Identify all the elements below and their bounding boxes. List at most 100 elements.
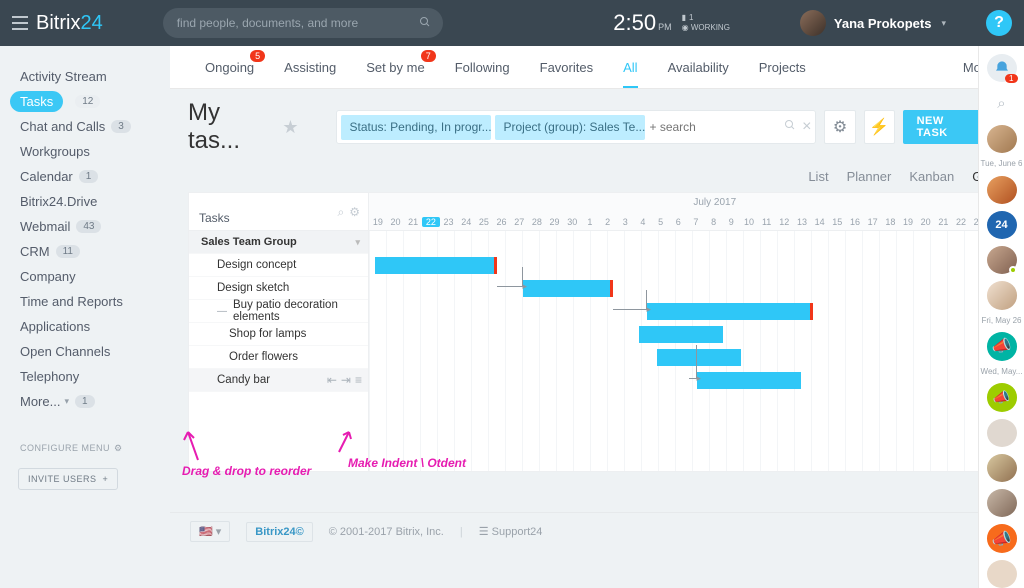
support-link[interactable]: ☰ Support24	[479, 525, 543, 538]
gantt-bar[interactable]	[657, 349, 741, 366]
contact-avatar[interactable]	[987, 281, 1017, 309]
gantt-bar[interactable]	[523, 280, 613, 297]
sidebar-item[interactable]: Open Channels	[20, 339, 170, 364]
settings-button[interactable]: ⚙	[824, 110, 855, 144]
collapse-icon[interactable]: —	[217, 306, 227, 317]
sidebar-item[interactable]: Calendar1	[20, 164, 170, 189]
gear-icon: ⚙	[833, 117, 847, 137]
language-selector[interactable]: 🇺🇸 ▾	[190, 521, 230, 542]
gantt-row[interactable]: Design concept	[189, 254, 368, 277]
rail-date: Tue, June 6	[981, 160, 1023, 169]
filter-search-input[interactable]	[649, 120, 784, 134]
right-rail: 1 ⌕ Tue, June 6 24 Fri, May 26 📣 Wed, Ma…	[978, 46, 1024, 588]
hamburger-icon[interactable]	[12, 16, 28, 30]
outdent-icon[interactable]: ⇥	[341, 373, 351, 387]
gantt-bar[interactable]	[375, 257, 497, 274]
working-status[interactable]: ▮1 ◉ WORKING	[682, 13, 730, 34]
sidebar-item[interactable]: Bitrix24.Drive	[20, 189, 170, 214]
megaphone-icon[interactable]: 📣	[987, 524, 1017, 552]
configure-menu[interactable]: CONFIGURE MENU⚙	[20, 443, 123, 454]
close-icon[interactable]: ×	[802, 118, 811, 136]
search-icon[interactable]	[784, 118, 796, 136]
copyright: © 2001-2017 Bitrix, Inc.	[329, 526, 444, 538]
tab[interactable]: Ongoing5	[190, 46, 269, 88]
tab[interactable]: Favorites	[525, 46, 608, 88]
gear-icon[interactable]: ⚙	[349, 205, 360, 220]
tab[interactable]: Projects	[744, 46, 821, 88]
bitrix24-icon[interactable]: 24	[987, 211, 1017, 239]
view-option[interactable]: Planner	[847, 169, 892, 184]
sidebar-item[interactable]: Webmail43	[20, 214, 170, 239]
notifications-icon[interactable]: 1	[987, 54, 1017, 82]
tab[interactable]: All	[608, 46, 652, 88]
annotation-drag: Drag & drop to reorder	[182, 464, 311, 478]
badge: 7	[421, 50, 436, 62]
rail-date: Wed, May...	[981, 368, 1023, 377]
indent-icon[interactable]: ⇤	[327, 373, 337, 387]
toolbar: My tas... ★ Status: Pending, In progr...…	[170, 89, 1024, 165]
user-menu[interactable]: Yana Prokopets ▾	[800, 10, 946, 36]
sidebar-item[interactable]: CRM11	[20, 239, 170, 264]
view-option[interactable]: Kanban	[909, 169, 954, 184]
favorite-star-icon[interactable]: ★	[282, 117, 298, 138]
contact-avatar[interactable]	[987, 454, 1017, 482]
contact-avatar[interactable]	[987, 246, 1017, 274]
annotation-arrow	[335, 428, 359, 458]
tab[interactable]: Assisting	[269, 46, 351, 88]
contact-avatar[interactable]	[987, 489, 1017, 517]
search-placeholder: find people, documents, and more	[177, 16, 358, 30]
sidebar-item[interactable]: Tasks12	[20, 89, 170, 114]
view-option[interactable]: List	[808, 169, 828, 184]
gantt-row[interactable]: —Buy patio decoration elements	[189, 300, 368, 323]
sidebar-item[interactable]: More...▾1	[20, 389, 170, 414]
badge: 12	[75, 95, 100, 108]
contact-avatar[interactable]	[987, 560, 1017, 588]
gantt-timeline[interactable]	[369, 231, 1005, 471]
filter-chip-status[interactable]: Status: Pending, In progr...×	[341, 115, 491, 140]
automation-button[interactable]: ⚡	[864, 110, 895, 144]
sidebar: Activity StreamTasks12Chat and Calls3Wor…	[0, 46, 170, 550]
tab[interactable]: Availability	[653, 46, 744, 88]
gantt-bar[interactable]	[647, 303, 813, 320]
filter-bar[interactable]: Status: Pending, In progr...× Project (g…	[336, 110, 816, 144]
invite-users-button[interactable]: INVITE USERS +	[18, 468, 118, 490]
bitrix-link[interactable]: Bitrix24©	[246, 522, 312, 542]
megaphone-icon[interactable]: 📣	[987, 383, 1017, 411]
gear-icon: ⚙	[114, 443, 123, 453]
search-icon[interactable]	[419, 16, 431, 31]
sidebar-item[interactable]: Chat and Calls3	[20, 114, 170, 139]
gantt-row[interactable]: Design sketch	[189, 277, 368, 300]
contact-avatar[interactable]	[987, 176, 1017, 204]
tab[interactable]: Set by me7	[351, 46, 440, 88]
sidebar-item[interactable]: Applications	[20, 314, 170, 339]
help-button[interactable]: ?	[986, 10, 1012, 36]
sidebar-item[interactable]: Company	[20, 264, 170, 289]
logo[interactable]: Bitrix24	[36, 12, 103, 35]
gantt-tasks-header: Tasks ⌕ ⚙	[189, 193, 369, 230]
tab[interactable]: Following	[440, 46, 525, 88]
megaphone-icon[interactable]: 📣	[987, 332, 1017, 360]
gantt-row[interactable]: Sales Team Group▾	[189, 231, 368, 254]
gantt-bar[interactable]	[697, 372, 801, 389]
gantt-row[interactable]: Order flowers	[189, 346, 368, 369]
contact-avatar[interactable]	[987, 125, 1017, 153]
gantt-bar[interactable]	[639, 326, 723, 343]
search-icon[interactable]: ⌕	[338, 205, 345, 220]
filter-chip-project[interactable]: Project (group): Sales Te...×	[495, 115, 645, 140]
main: Ongoing5AssistingSet by me7FollowingFavo…	[170, 46, 1024, 550]
sidebar-item[interactable]: Activity Stream	[20, 64, 170, 89]
sidebar-item[interactable]: Workgroups	[20, 139, 170, 164]
global-search[interactable]: find people, documents, and more	[163, 8, 443, 38]
sidebar-item[interactable]: Time and Reports	[20, 289, 170, 314]
contact-avatar[interactable]	[987, 419, 1017, 447]
topbar: Bitrix24 find people, documents, and mor…	[0, 0, 1024, 46]
gantt-row[interactable]: Shop for lamps	[189, 323, 368, 346]
footer: 🇺🇸 ▾ Bitrix24© © 2001-2017 Bitrix, Inc. …	[170, 512, 1024, 550]
rail-search-icon[interactable]: ⌕	[987, 89, 1017, 117]
tabs: Ongoing5AssistingSet by me7FollowingFavo…	[170, 46, 1024, 89]
list-icon[interactable]: ≡	[355, 373, 362, 387]
gantt-row[interactable]: Candy bar⇤⇥≡	[189, 369, 368, 392]
badge: 1	[1005, 74, 1017, 83]
chevron-down-icon[interactable]: ▾	[355, 237, 360, 248]
sidebar-item[interactable]: Telephony	[20, 364, 170, 389]
